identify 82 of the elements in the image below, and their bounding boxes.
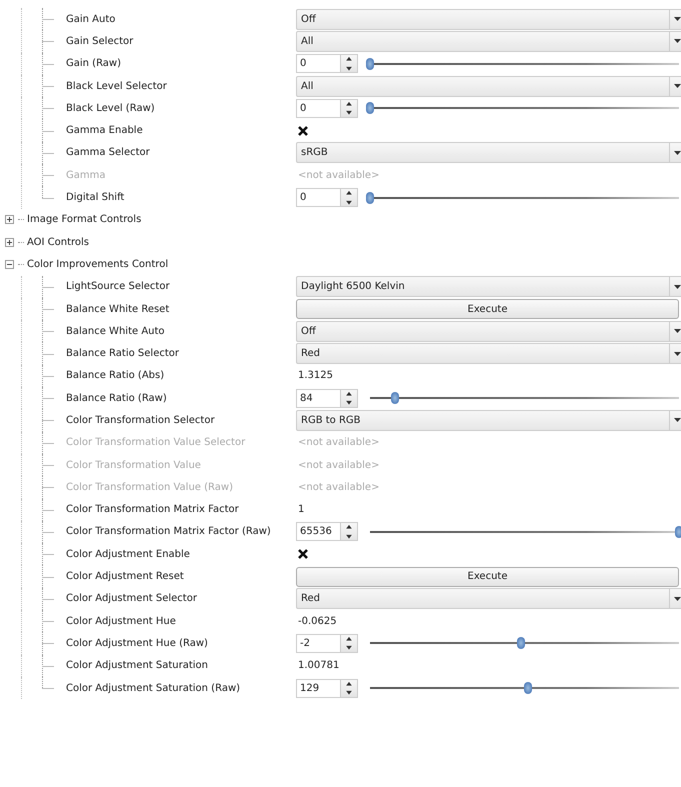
dropdown[interactable]: Off	[296, 8, 681, 30]
property-label: Black Level Selector	[66, 80, 167, 92]
value-text: <not available>	[297, 482, 380, 493]
property-label: Balance White Auto	[66, 326, 165, 337]
number-field[interactable]: 0	[296, 54, 340, 74]
property-label: Color Adjustment Reset	[66, 571, 184, 582]
property-label: Color Adjustment Hue	[66, 616, 176, 627]
number-field[interactable]: 0	[296, 188, 340, 208]
property-label: Gain (Raw)	[66, 58, 122, 70]
property-label: Balance Ratio (Abs)	[66, 370, 164, 382]
slider-thumb[interactable]	[390, 392, 399, 404]
group-label[interactable]: Image Format Controls	[27, 214, 142, 226]
slider-track[interactable]	[370, 682, 679, 694]
property-label: Gamma	[66, 170, 106, 181]
slider-thumb[interactable]	[517, 637, 526, 650]
dropdown[interactable]: All	[296, 76, 681, 97]
expand-icon[interactable]	[5, 215, 14, 224]
property-label: Gain Selector	[66, 36, 134, 47]
slider-thumb[interactable]	[675, 526, 681, 538]
number-field[interactable]: 129	[296, 678, 340, 698]
property-label: Color Transformation Value Selector	[66, 437, 246, 448]
x-mark-icon[interactable]	[298, 549, 308, 560]
number-field[interactable]: -2	[296, 634, 340, 653]
dropdown-arrow-icon	[674, 150, 680, 155]
dropdown[interactable]: Daylight 6500 Kelvin	[296, 276, 681, 298]
property-label: Color Adjustment Saturation	[66, 660, 208, 672]
slider-thumb[interactable]	[366, 102, 374, 114]
property-label: Color Transformation Value (Raw)	[66, 482, 233, 493]
dropdown[interactable]: sRGB	[296, 142, 681, 164]
property-label: Digital Shift	[66, 192, 124, 204]
dropdown[interactable]: All	[296, 30, 681, 52]
group-label[interactable]: Color Improvements Control	[27, 258, 168, 270]
property-label: Gamma Enable	[66, 125, 143, 136]
slider-thumb[interactable]	[366, 58, 374, 70]
value-text: 1	[297, 504, 304, 516]
value-text: <not available>	[297, 437, 380, 448]
dropdown-arrow-icon	[674, 418, 680, 422]
property-label: Gamma Selector	[66, 147, 150, 158]
property-label: Color Adjustment Selector	[66, 593, 197, 604]
value-text: 1.3125	[297, 370, 333, 382]
dropdown[interactable]: RGB to RGB	[296, 410, 681, 431]
number-field[interactable]: 65536	[296, 522, 340, 542]
number-field[interactable]: 0	[296, 98, 340, 118]
slider-track[interactable]	[370, 637, 679, 650]
property-label: Balance Ratio (Raw)	[66, 392, 167, 404]
collapse-icon[interactable]	[5, 260, 14, 269]
value-text: 1.00781	[297, 660, 340, 672]
group-label[interactable]: AOI Controls	[27, 236, 90, 248]
property-label: Balance White Reset	[66, 304, 170, 314]
property-label: Color Transformation Value	[66, 460, 201, 471]
slider-thumb[interactable]	[366, 192, 374, 204]
x-mark-icon[interactable]	[298, 126, 308, 136]
property-label: Color Adjustment Saturation (Raw)	[66, 682, 240, 694]
execute-button[interactable]: Execute	[296, 299, 679, 319]
property-label: Color Transformation Matrix Factor	[66, 504, 239, 516]
property-label: Color Transformation Selector	[66, 414, 215, 426]
property-label: Color Adjustment Enable	[66, 548, 190, 560]
property-label: LightSource Selector	[66, 281, 170, 292]
dropdown-arrow-icon	[674, 39, 680, 44]
dropdown-arrow-icon	[674, 17, 680, 22]
slider-track[interactable]	[370, 392, 679, 404]
expand-icon[interactable]	[5, 238, 14, 247]
value-text: -0.0625	[297, 616, 337, 627]
dropdown-arrow-icon	[674, 329, 680, 334]
slider-track[interactable]	[370, 526, 679, 538]
dropdown[interactable]: Red	[296, 343, 681, 364]
slider-thumb[interactable]	[524, 682, 532, 694]
value-text: <not available>	[297, 170, 380, 181]
property-label: Color Adjustment Hue (Raw)	[66, 638, 208, 649]
value-text: <not available>	[297, 460, 380, 471]
dropdown-arrow-icon	[674, 352, 680, 356]
dropdown-arrow-icon	[674, 284, 680, 289]
dropdown[interactable]: Off	[296, 320, 681, 342]
number-field[interactable]: 84	[296, 388, 340, 408]
dropdown-arrow-icon	[674, 596, 680, 601]
execute-button[interactable]: Execute	[296, 566, 679, 587]
property-label: Balance Ratio Selector	[66, 348, 179, 360]
property-label: Gain Auto	[66, 14, 116, 25]
property-label: Color Transformation Matrix Factor (Raw)	[66, 526, 271, 538]
property-label: Black Level (Raw)	[66, 102, 155, 114]
dropdown-arrow-icon	[674, 84, 680, 88]
dropdown[interactable]: Red	[296, 588, 681, 610]
